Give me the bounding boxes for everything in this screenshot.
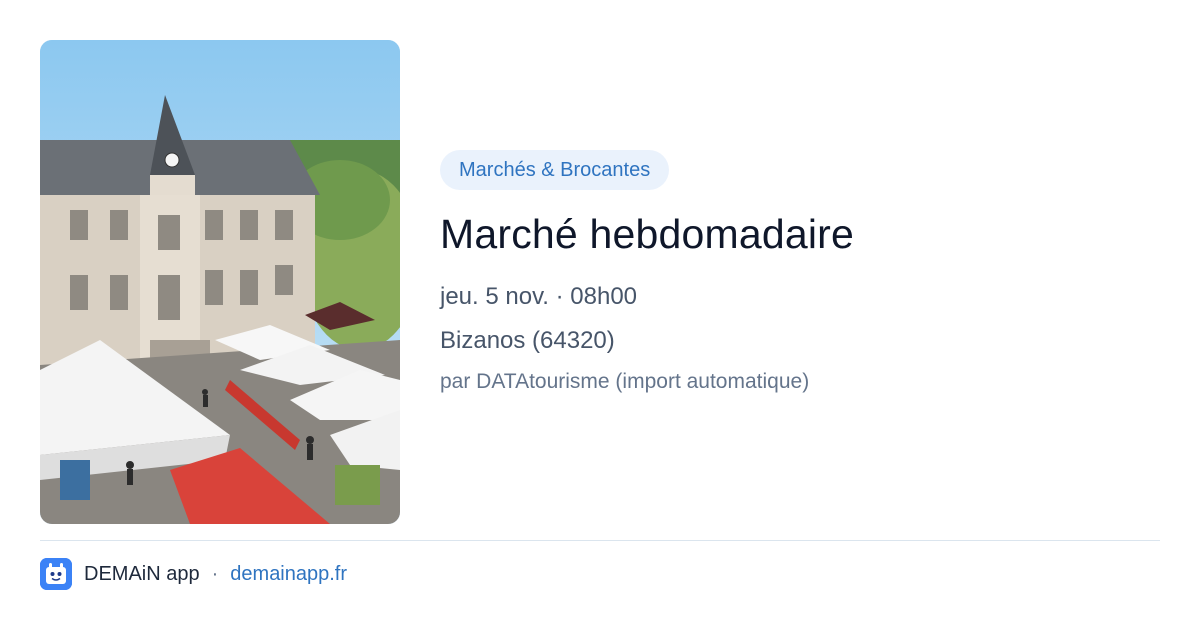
market-photo-illustration [40,40,400,524]
event-date: jeu. 5 nov. · 08h00 [440,283,638,310]
app-name: DEMAiN app [84,562,200,585]
event-title: Marché hebdomadaire [440,211,855,257]
event-photo [40,40,400,524]
footer-divider [40,540,1160,541]
category-chip[interactable]: Marchés & Brocantes [440,150,670,190]
event-info: Marchés & Brocantes Marché hebdomadaire … [440,150,1160,396]
event-author: par DATAtourisme (import automatique) [440,370,810,393]
footer-separator: · [211,562,219,585]
site-link[interactable]: demainapp.fr [230,563,347,586]
footer: DEMAiN app · demainapp.fr [40,558,347,590]
demain-app-logo-icon [40,558,72,590]
event-location: Bizanos (64320) [440,327,615,354]
